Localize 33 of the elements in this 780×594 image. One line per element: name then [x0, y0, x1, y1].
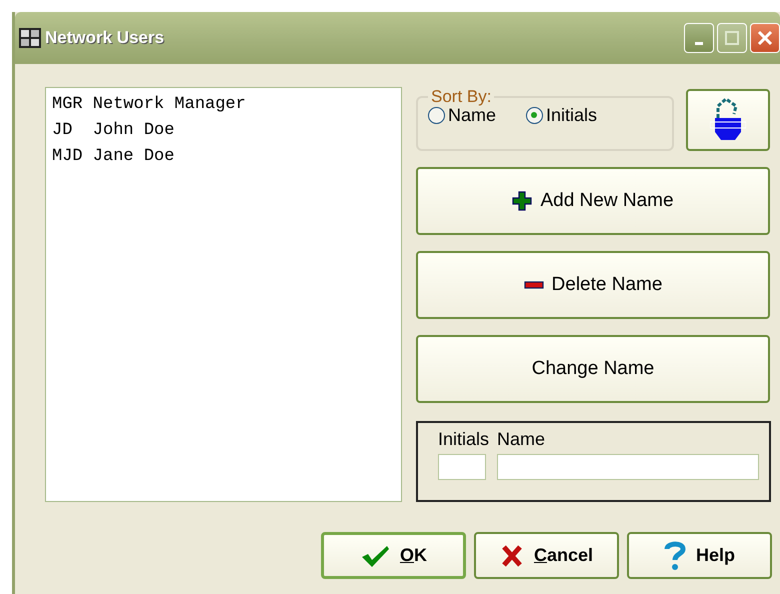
lock-button[interactable]: [686, 89, 770, 151]
x-icon: [500, 544, 524, 568]
app-logo-icon: [19, 28, 41, 48]
ok-button[interactable]: OK: [321, 532, 466, 579]
maximize-icon: [725, 31, 739, 45]
sort-by-label: Sort By:: [430, 87, 492, 107]
add-name-button[interactable]: Add New Name: [416, 167, 770, 235]
radio-label: Name: [448, 105, 496, 126]
minimize-button[interactable]: [684, 23, 714, 53]
user-list-item[interactable]: MJD Jane Doe: [52, 144, 395, 170]
name-input[interactable]: [497, 454, 759, 480]
sort-radio-button[interactable]: Name: [428, 105, 496, 126]
minus-icon: [524, 281, 544, 289]
initials-label: Initials: [438, 429, 490, 450]
close-button[interactable]: [750, 23, 780, 53]
change-name-button[interactable]: Change Name: [416, 335, 770, 403]
plus-icon: [512, 191, 532, 211]
sort-radio-button[interactable]: Initials: [526, 105, 598, 126]
help-button[interactable]: Help: [627, 532, 772, 579]
user-list-item[interactable]: JD John Doe: [52, 118, 395, 144]
checkmark-icon: [360, 544, 390, 568]
user-list-item[interactable]: MGR Network Manager: [52, 92, 395, 118]
user-list[interactable]: MGR Network Manager JD John Doe MJD Jane Doe: [45, 87, 402, 502]
initials-input[interactable]: [438, 454, 486, 480]
maximize-button[interactable]: [717, 23, 747, 53]
close-icon: [757, 30, 773, 46]
minimize-icon: [695, 42, 703, 44]
question-mark-icon: [664, 540, 686, 570]
window-title: Network Users: [45, 28, 166, 48]
delete-name-button[interactable]: Delete Name: [416, 251, 770, 319]
radio-label: Initials: [546, 105, 598, 126]
cancel-button[interactable]: Cancel: [474, 532, 619, 579]
name-label: Name: [497, 429, 546, 450]
